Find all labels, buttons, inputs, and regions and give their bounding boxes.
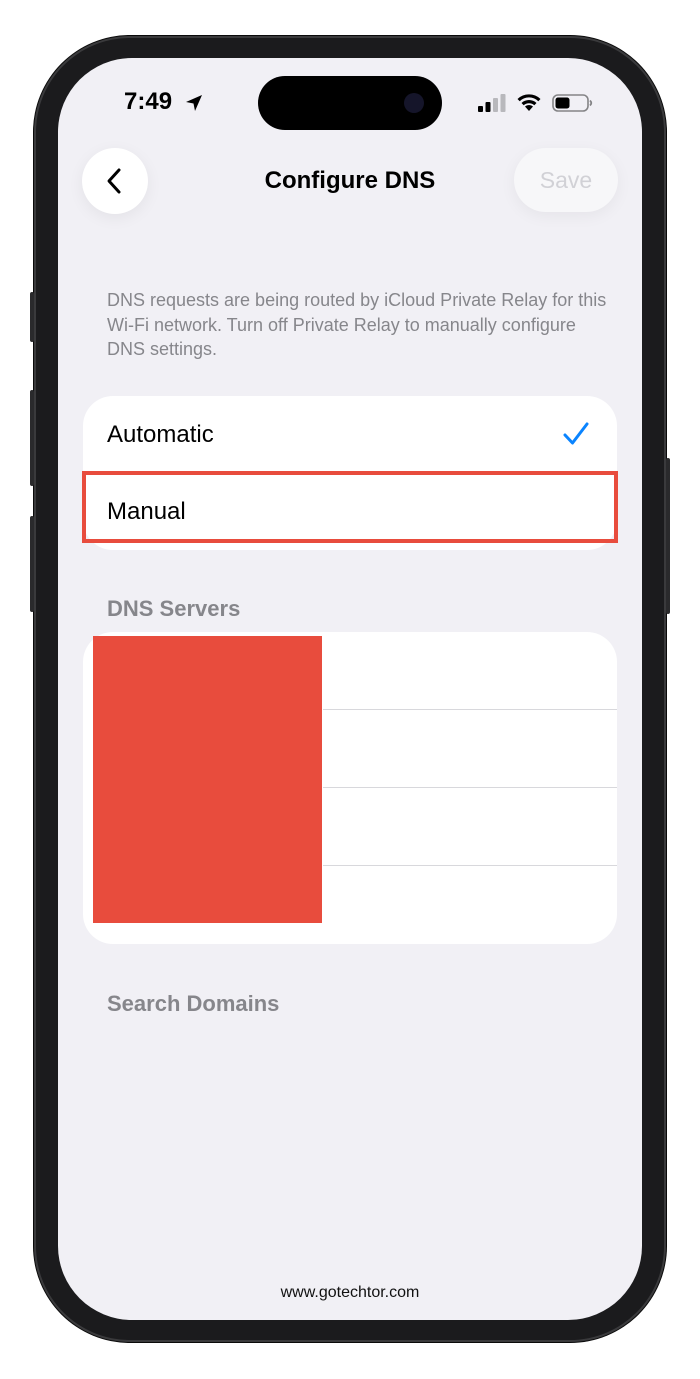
redaction-block: [93, 636, 322, 923]
navigation-bar: Configure DNS Save: [58, 146, 642, 216]
status-bar: 7:49: [58, 58, 642, 148]
power-button: [666, 458, 670, 614]
search-domains-header: Search Domains: [107, 991, 280, 1016]
action-button: [30, 292, 34, 342]
dynamic-island: [258, 76, 442, 130]
checkmark-icon: [563, 422, 589, 445]
dns-servers-header: DNS Servers: [107, 596, 241, 621]
battery-icon: [552, 94, 593, 112]
watermark-url: www.gotechtor.com: [280, 1284, 420, 1301]
screen: 7:49 Configure DNS Save DNS requests are…: [58, 58, 642, 1320]
private-relay-note: DNS requests are being routed by iCloud …: [107, 290, 607, 359]
volume-down-button: [30, 516, 34, 612]
option-automatic[interactable]: Automatic: [83, 396, 617, 473]
status-time: 7:49: [124, 88, 173, 115]
cellular-signal-icon: [478, 94, 506, 112]
option-automatic-label: Automatic: [107, 421, 214, 448]
volume-up-button: [30, 390, 34, 486]
camera-lens: [404, 93, 424, 113]
location-arrow-icon: [186, 95, 202, 111]
wifi-icon: [517, 94, 541, 111]
manual-highlight-annotation: [82, 471, 618, 543]
save-button[interactable]: Save: [514, 148, 618, 212]
